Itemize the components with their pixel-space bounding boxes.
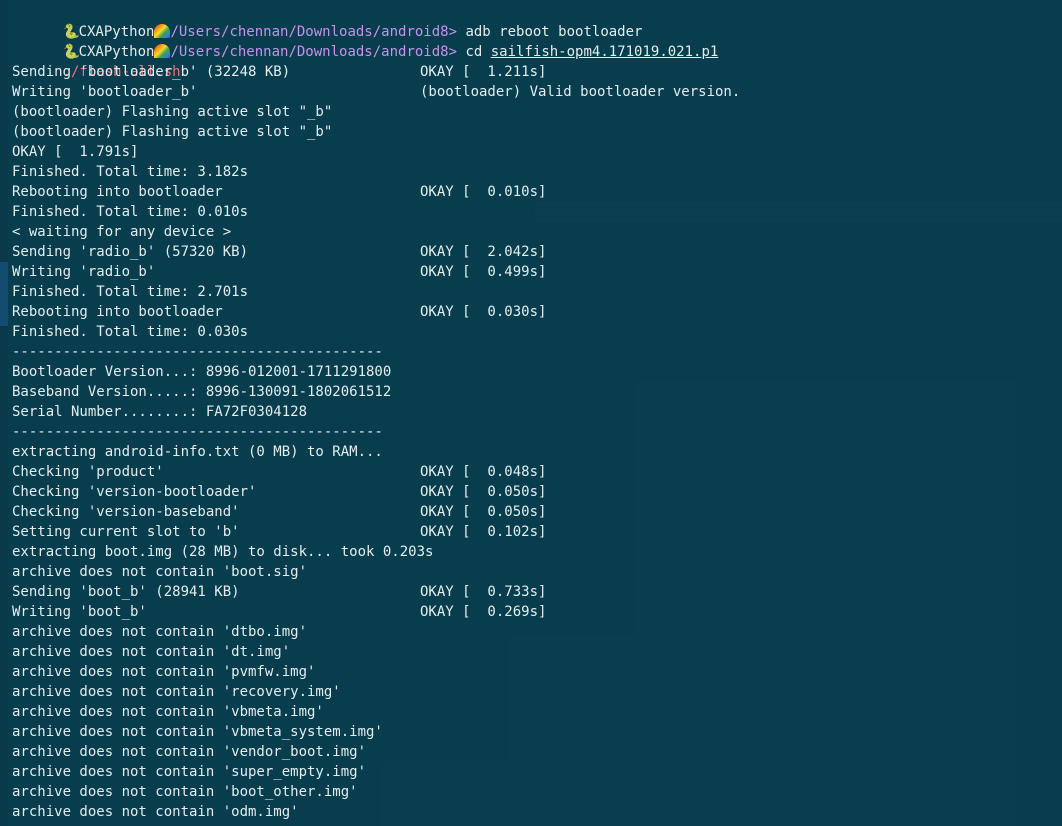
output-text: Sending 'bootloader_b' (32248 KB): [12, 64, 291, 80]
output-status: OKAY [ 0.010s]: [420, 184, 547, 200]
output-status: OKAY [ 0.102s]: [420, 524, 547, 540]
output-text: Finished. Total time: 0.010s: [12, 204, 249, 220]
output-line: archive does not contain 'dt.img': [12, 642, 1052, 662]
output-text: Sending 'boot_b' (28941 KB): [12, 584, 240, 600]
output-line: Sending 'radio_b' (57320 KB) OKAY [ 2.042…: [12, 242, 1052, 262]
output-text: Rebooting into bootloader: [12, 304, 223, 320]
output-text: archive does not contain 'boot.sig': [12, 564, 308, 580]
output-status: OKAY [ 1.211s]: [420, 64, 547, 80]
output-text: archive does not contain 'recovery.img': [12, 684, 341, 700]
output-line: archive does not contain 'recovery.img': [12, 682, 1052, 702]
output-text: extracting android-info.txt (0 MB) to RA…: [12, 444, 383, 460]
output-text: Setting current slot to 'b': [12, 524, 240, 540]
output-text: Baseband Version.....: 8996-130091-18020…: [12, 384, 392, 400]
output-line: Serial Number........: FA72F0304128: [12, 402, 1052, 422]
output-text: < waiting for any device >: [12, 224, 232, 240]
output-text: archive does not contain 'odm.img': [12, 804, 299, 820]
output-text: archive does not contain 'boot_other.img…: [12, 784, 358, 800]
output-line: Checking 'version-baseband' OKAY [ 0.050s…: [12, 502, 1052, 522]
terminal-output: 🐍CXAPython/Users/chennan/Downloads/andro…: [12, 2, 1052, 822]
output-line: extracting android-info.txt (0 MB) to RA…: [12, 442, 1052, 462]
output-status: OKAY [ 0.269s]: [420, 604, 547, 620]
output-line: Rebooting into bootloader OKAY [ 0.030s]: [12, 302, 1052, 322]
output-text: Writing 'bootloader_b': [12, 84, 198, 100]
output-line: Checking 'product' OKAY [ 0.048s]: [12, 462, 1052, 482]
output-text: Checking 'version-bootloader': [12, 484, 257, 500]
output-line: archive does not contain 'vbmeta.img': [12, 702, 1052, 722]
output-line: ----------------------------------------…: [12, 342, 1052, 362]
output-text: Writing 'radio_b': [12, 264, 156, 280]
output-line: Writing 'radio_b' OKAY [ 0.499s]: [12, 262, 1052, 282]
output-text: archive does not contain 'dtbo.img': [12, 624, 308, 640]
output-text: Checking 'version-baseband': [12, 504, 240, 520]
output-text: archive does not contain 'vbmeta_system.…: [12, 724, 383, 740]
output-text: extracting boot.img (28 MB) to disk... t…: [12, 544, 434, 560]
output-line: archive does not contain 'boot.sig': [12, 562, 1052, 582]
output-text: Rebooting into bootloader: [12, 184, 223, 200]
output-line: Sending 'bootloader_b' (32248 KB) OKAY [ …: [12, 62, 1052, 82]
output-line: Finished. Total time: 0.030s: [12, 322, 1052, 342]
output-line: Sending 'boot_b' (28941 KB) OKAY [ 0.733s…: [12, 582, 1052, 602]
output-text: (bootloader) Flashing active slot "_b": [12, 124, 333, 140]
output-text: Serial Number........: FA72F0304128: [12, 404, 308, 420]
output-text: ----------------------------------------…: [12, 424, 383, 440]
output-text: ----------------------------------------…: [12, 344, 383, 360]
output-line: Setting current slot to 'b' OKAY [ 0.102s…: [12, 522, 1052, 542]
output-line: Bootloader Version...: 8996-012001-17112…: [12, 362, 1052, 382]
output-line: Finished. Total time: 0.010s: [12, 202, 1052, 222]
output-line: OKAY [ 1.791s]: [12, 142, 1052, 162]
terminal-window[interactable]: 🐍CXAPython/Users/chennan/Downloads/andro…: [8, 0, 1062, 826]
output-status: (bootloader) Valid bootloader version.: [420, 84, 741, 100]
background-accent-strip: [0, 262, 8, 326]
output-line: (bootloader) Flashing active slot "_b": [12, 102, 1052, 122]
output-text: OKAY [ 1.791s]: [12, 144, 139, 160]
output-line: archive does not contain 'boot_other.img…: [12, 782, 1052, 802]
output-line: Checking 'version-bootloader' OKAY [ 0.05…: [12, 482, 1052, 502]
output-text: (bootloader) Flashing active slot "_b": [12, 104, 333, 120]
output-line: extracting boot.img (28 MB) to disk... t…: [12, 542, 1052, 562]
script-line: ./flash-all.sh: [12, 42, 1052, 80]
output-text: Finished. Total time: 2.701s: [12, 284, 249, 300]
output-line: ----------------------------------------…: [12, 422, 1052, 442]
output-text: archive does not contain 'pvmfw.img': [12, 664, 316, 680]
output-status: OKAY [ 0.030s]: [420, 304, 547, 320]
prompt-line: 🐍CXAPython/Users/chennan/Downloads/andro…: [12, 2, 1052, 40]
output-line: Writing 'boot_b' OKAY [ 0.269s]: [12, 602, 1052, 622]
output-line: archive does not contain 'vbmeta_system.…: [12, 722, 1052, 742]
output-text: Writing 'boot_b': [12, 604, 147, 620]
output-text: Sending 'radio_b' (57320 KB): [12, 244, 249, 260]
output-text: Bootloader Version...: 8996-012001-17112…: [12, 364, 392, 380]
prompt-line: 🐍CXAPython/Users/chennan/Downloads/andro…: [12, 22, 1052, 60]
output-text: Finished. Total time: 0.030s: [12, 324, 249, 340]
output-line: archive does not contain 'vendor_boot.im…: [12, 742, 1052, 762]
output-status: OKAY [ 0.733s]: [420, 584, 547, 600]
output-status: OKAY [ 2.042s]: [420, 244, 547, 260]
output-line: Writing 'bootloader_b' (bootloader) Valid…: [12, 82, 1052, 102]
output-status: OKAY [ 0.499s]: [420, 264, 547, 280]
output-line: < waiting for any device >: [12, 222, 1052, 242]
output-text: archive does not contain 'vbmeta.img': [12, 704, 324, 720]
output-status: OKAY [ 0.050s]: [420, 484, 547, 500]
output-line: Rebooting into bootloader OKAY [ 0.010s]: [12, 182, 1052, 202]
output-line: Baseband Version.....: 8996-130091-18020…: [12, 382, 1052, 402]
output-line: archive does not contain 'odm.img': [12, 802, 1052, 822]
output-line: Finished. Total time: 2.701s: [12, 282, 1052, 302]
output-text: archive does not contain 'dt.img': [12, 644, 291, 660]
output-line: Finished. Total time: 3.182s: [12, 162, 1052, 182]
output-line: archive does not contain 'dtbo.img': [12, 622, 1052, 642]
output-line: archive does not contain 'pvmfw.img': [12, 662, 1052, 682]
output-text: archive does not contain 'vendor_boot.im…: [12, 744, 367, 760]
output-status: OKAY [ 0.048s]: [420, 464, 547, 480]
output-line: (bootloader) Flashing active slot "_b": [12, 122, 1052, 142]
output-text: archive does not contain 'super_empty.im…: [12, 764, 367, 780]
output-status: OKAY [ 0.050s]: [420, 504, 547, 520]
output-text: Checking 'product': [12, 464, 164, 480]
output-line: archive does not contain 'super_empty.im…: [12, 762, 1052, 782]
output-text: Finished. Total time: 3.182s: [12, 164, 249, 180]
